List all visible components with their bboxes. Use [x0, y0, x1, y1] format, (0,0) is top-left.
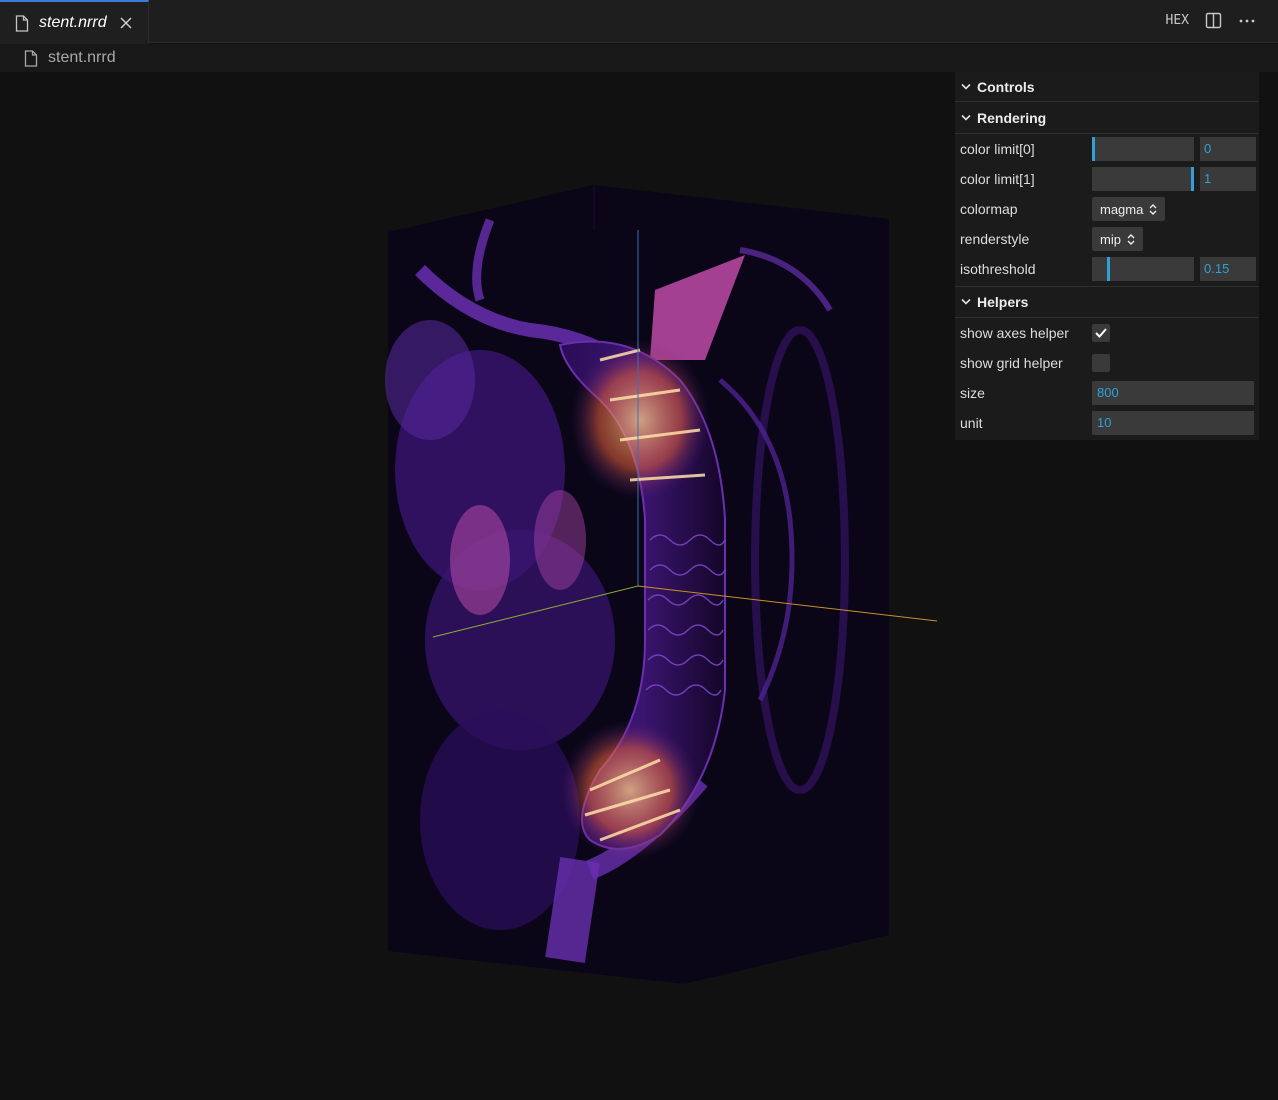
tab-label: stent.nrrd	[39, 14, 107, 31]
color-limit-1-label: color limit[1]	[960, 171, 1035, 187]
show-axes-label: show axes helper	[960, 325, 1069, 341]
color-limit-0-label: color limit[0]	[960, 141, 1035, 157]
color-limit-1-slider[interactable]	[1092, 167, 1194, 191]
chevron-down-icon	[961, 298, 971, 305]
colormap-value: magma	[1100, 201, 1144, 217]
helpers-title: Helpers	[977, 294, 1029, 310]
file-icon	[15, 14, 29, 32]
unit-input[interactable]: 10	[1092, 411, 1254, 435]
color-limit-1-input[interactable]: 1	[1200, 167, 1256, 191]
slider-thumb[interactable]	[1092, 137, 1095, 161]
show-axes-row: show axes helper	[955, 318, 1259, 348]
colormap-label: colormap	[960, 201, 1018, 217]
color-limit-0-row: color limit[0] 0	[955, 134, 1259, 164]
isothreshold-input[interactable]: 0.15	[1200, 257, 1256, 281]
updown-chevron-icon	[1149, 203, 1157, 215]
helpers-folder: Helpers show axes helper show grid helpe…	[955, 286, 1259, 438]
rendering-header[interactable]: Rendering	[955, 102, 1259, 134]
split-editor-icon[interactable]	[1205, 12, 1222, 29]
editor-tab[interactable]: stent.nrrd	[0, 0, 149, 44]
colormap-select[interactable]: magma	[1092, 197, 1166, 221]
hex-button[interactable]: HEX	[1166, 13, 1189, 28]
size-input[interactable]: 800	[1092, 381, 1254, 405]
controls-panel: Controls Rendering color limit[0] 0 colo…	[955, 72, 1259, 440]
unit-row: unit 10	[955, 408, 1259, 438]
isothreshold-slider[interactable]	[1092, 257, 1194, 281]
tab-bar: stent.nrrd HEX	[0, 0, 1278, 44]
show-grid-label: show grid helper	[960, 355, 1063, 371]
rendering-title: Rendering	[977, 109, 1047, 126]
size-label: size	[960, 385, 985, 401]
chevron-down-icon	[961, 114, 971, 121]
helpers-header[interactable]: Helpers	[955, 286, 1259, 318]
unit-label: unit	[960, 415, 983, 431]
breadcrumb: stent.nrrd	[0, 44, 1278, 72]
renderstyle-label: renderstyle	[960, 231, 1030, 247]
renderstyle-row: renderstyle mip	[955, 224, 1259, 254]
show-grid-checkbox[interactable]	[1092, 354, 1110, 372]
chevron-down-icon	[961, 83, 971, 90]
close-icon[interactable]	[119, 16, 133, 30]
slider-thumb[interactable]	[1191, 167, 1194, 191]
controls-title: Controls	[977, 78, 1035, 95]
more-actions-icon[interactable]	[1238, 12, 1256, 29]
file-icon	[24, 49, 38, 67]
checkmark-icon	[1095, 328, 1107, 338]
isothreshold-label: isothreshold	[960, 261, 1036, 277]
color-limit-0-slider[interactable]	[1092, 137, 1194, 161]
color-limit-0-input[interactable]: 0	[1200, 137, 1256, 161]
show-grid-row: show grid helper	[955, 348, 1259, 378]
isothreshold-row: isothreshold 0.15	[955, 254, 1259, 284]
rendering-folder: Rendering color limit[0] 0 color limit[1…	[955, 102, 1259, 284]
colormap-row: colormap magma	[955, 194, 1259, 224]
renderstyle-select[interactable]: mip	[1092, 227, 1143, 251]
show-axes-checkbox[interactable]	[1092, 324, 1110, 342]
color-limit-1-row: color limit[1] 1	[955, 164, 1259, 194]
controls-header[interactable]: Controls	[955, 72, 1259, 102]
updown-chevron-icon	[1127, 233, 1135, 245]
editor-actions: HEX	[1166, 12, 1256, 29]
renderstyle-value: mip	[1100, 231, 1121, 247]
breadcrumb-item[interactable]: stent.nrrd	[48, 49, 116, 67]
size-row: size 800	[955, 378, 1259, 408]
slider-thumb[interactable]	[1106, 257, 1110, 281]
